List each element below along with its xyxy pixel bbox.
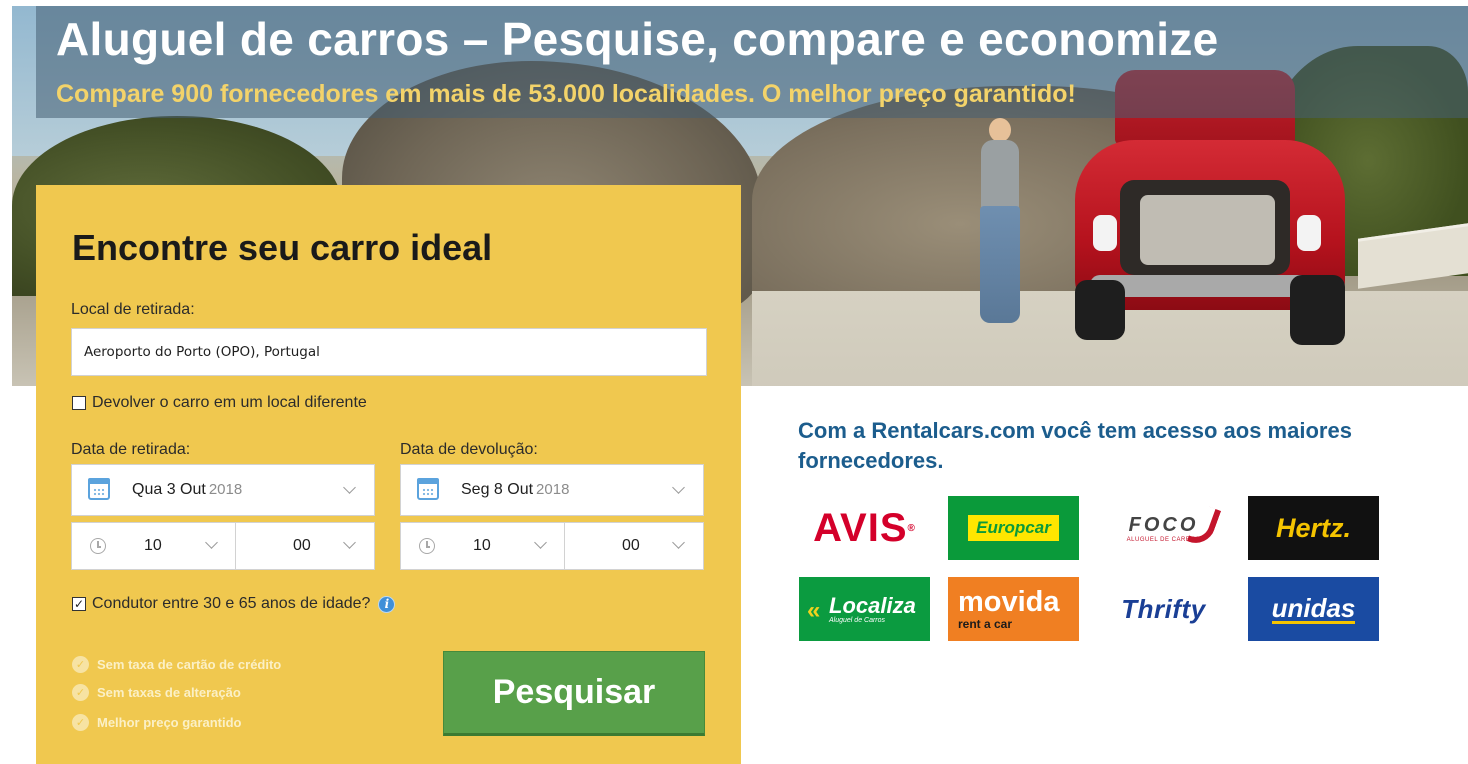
time-divider <box>235 523 236 569</box>
car-trunk-items <box>1140 195 1275 265</box>
thrifty-logo: Thrifty <box>1098 577 1229 641</box>
thrifty-text: Thrifty <box>1121 593 1206 624</box>
chevron-down-icon <box>672 481 685 494</box>
chevron-down-icon <box>343 481 356 494</box>
europcar-logo: Europcar <box>948 496 1079 560</box>
person-legs <box>980 206 1020 323</box>
return-date-year: 2018 <box>536 481 570 498</box>
pickup-date-text: Qua 3 Out 2018 <box>132 481 242 499</box>
time-divider <box>564 523 565 569</box>
localiza-logo: « Localiza Aluguel de Carros <box>799 577 930 641</box>
check-icon: ✓ <box>72 656 89 673</box>
return-date-text: Seg 8 Out 2018 <box>461 481 569 499</box>
pickup-date-year: 2018 <box>208 481 243 498</box>
search-form: Encontre seu carro ideal Local de retira… <box>36 185 741 764</box>
benefit-item: ✓ Sem taxa de cartão de crédito <box>72 656 281 673</box>
person-head <box>989 118 1011 142</box>
chevron-down-icon <box>205 536 218 549</box>
unidas-text: unidas <box>1271 592 1356 624</box>
foco-logo: FOCO ALUGUEL DE CARROS <box>1098 496 1229 560</box>
return-date-day: Seg 8 Out <box>461 481 534 498</box>
benefit-item: ✓ Melhor preço garantido <box>72 714 241 731</box>
calendar-icon <box>88 478 110 500</box>
chevron-down-icon <box>534 536 547 549</box>
avis-text: AVIS <box>813 505 908 550</box>
movida-logo: movida rent a car <box>948 577 1079 641</box>
pickup-date-label: Data de retirada: <box>71 441 191 458</box>
return-date-select[interactable]: Seg 8 Out 2018 <box>400 464 704 516</box>
europcar-text: Europcar <box>968 515 1059 541</box>
check-icon: ✓ <box>72 684 89 701</box>
benefit-item: ✓ Sem taxas de alteração <box>72 684 241 701</box>
pickup-time-select[interactable]: 10 00 <box>71 522 375 570</box>
clock-icon <box>419 538 435 554</box>
driver-age-label: Condutor entre 30 e 65 anos de idade? <box>92 595 371 612</box>
hertz-text: Hertz. <box>1275 512 1351 543</box>
driver-age-row[interactable]: ✓ Condutor entre 30 e 65 anos de idade? … <box>72 595 396 613</box>
chevron-down-icon <box>343 536 356 549</box>
clock-icon <box>90 538 106 554</box>
car-wheel-left <box>1075 280 1125 340</box>
car-light-left <box>1093 215 1117 251</box>
benefit-label: Sem taxas de alteração <box>97 685 241 700</box>
check-icon: ✓ <box>72 714 89 731</box>
driver-age-checkbox[interactable]: ✓ <box>72 597 86 611</box>
pickup-location-input[interactable]: Aeroporto do Porto (OPO), Portugal <box>71 328 707 376</box>
car-wheel-right <box>1290 275 1345 345</box>
foco-text: FOCO <box>1128 513 1199 536</box>
search-button[interactable]: Pesquisar <box>443 651 705 736</box>
info-icon[interactable]: i <box>378 595 396 613</box>
benefit-label: Melhor preço garantido <box>97 715 242 730</box>
return-hour[interactable]: 10 <box>473 537 491 555</box>
different-return-row[interactable]: Devolver o carro em um local diferente <box>72 394 367 412</box>
car-light-right <box>1297 215 1321 251</box>
pickup-location-label: Local de retirada: <box>71 301 195 318</box>
suppliers-title: Com a Rentalcars.com você tem acesso aos… <box>798 418 1352 473</box>
localiza-chevron-icon: « <box>807 597 821 624</box>
hero-title: Aluguel de carros – Pesquise, compare e … <box>56 13 1219 65</box>
unidas-logo: unidas <box>1248 577 1379 641</box>
movida-tagline: rent a car <box>958 617 1013 631</box>
movida-text: movida <box>958 586 1060 618</box>
hero-person <box>975 118 1025 323</box>
avis-logo: AVIS ® <box>799 496 930 560</box>
calendar-icon <box>417 478 439 500</box>
form-title: Encontre seu carro ideal <box>72 227 493 268</box>
localiza-text: Localiza <box>829 592 916 618</box>
pickup-hour[interactable]: 10 <box>144 537 162 555</box>
different-return-checkbox[interactable] <box>72 396 86 410</box>
foco-swoosh-icon <box>1186 503 1222 549</box>
pickup-date-select[interactable]: Qua 3 Out 2018 <box>71 464 375 516</box>
return-minute[interactable]: 00 <box>622 537 640 555</box>
pickup-minute[interactable]: 00 <box>293 537 311 555</box>
avis-registered: ® <box>907 522 916 534</box>
different-return-label: Devolver o carro em um local diferente <box>92 394 367 411</box>
benefit-label: Sem taxa de cartão de crédito <box>97 657 282 672</box>
chevron-down-icon <box>672 536 685 549</box>
return-date-label: Data de devolução: <box>400 441 538 458</box>
hertz-logo: Hertz. <box>1248 496 1379 560</box>
return-time-select[interactable]: 10 00 <box>400 522 704 570</box>
person-torso <box>981 140 1019 210</box>
hero-subtitle: Compare 900 fornecedores em mais de 53.0… <box>56 80 1076 108</box>
localiza-tagline: Aluguel de Carros <box>829 616 886 624</box>
pickup-date-day: Qua 3 Out <box>132 481 206 498</box>
